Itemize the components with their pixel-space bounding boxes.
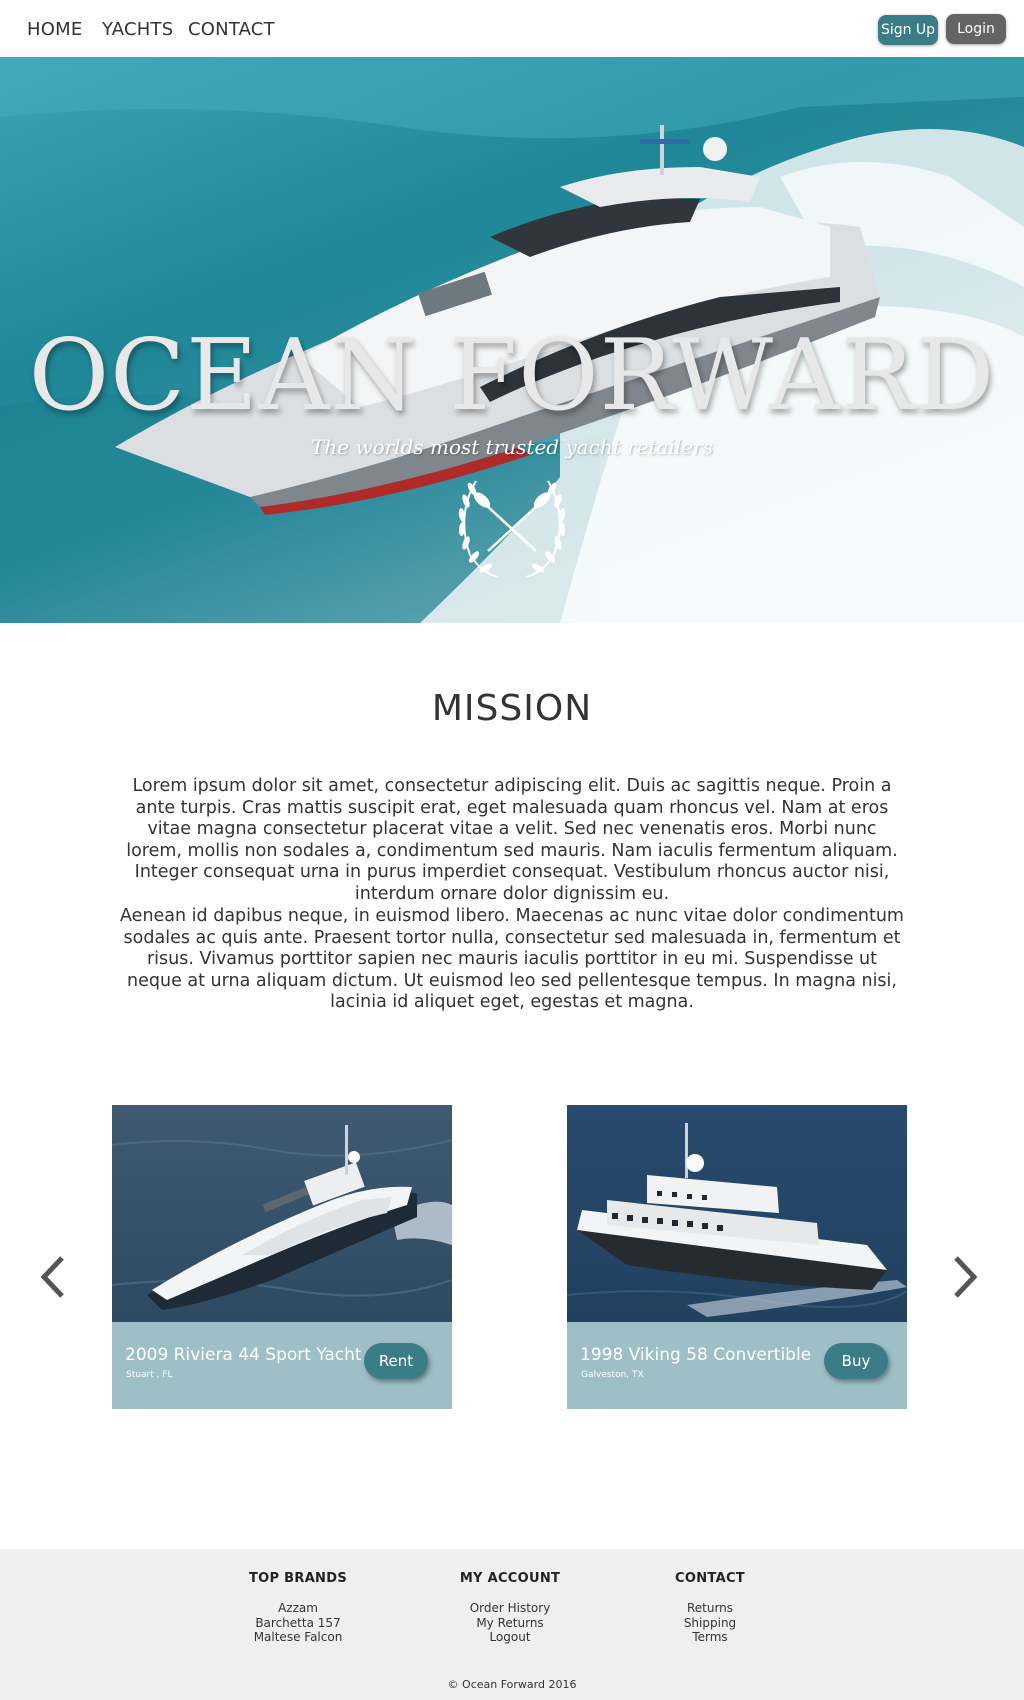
listing-info: 2009 Riviera 44 Sport Yacht Stuart , FL …: [112, 1322, 452, 1409]
mission-paragraph-2: Aenean id dapibus neque, in euismod libe…: [120, 906, 904, 1012]
crossed-oars-laurel-icon: [458, 480, 566, 578]
buy-button[interactable]: Buy: [824, 1343, 888, 1379]
top-nav: HOME YACHTS CONTACT Sign Up Login: [0, 0, 1024, 57]
footer-column-my-account: MY ACCOUNT Order History My Returns Logo…: [440, 1571, 580, 1645]
listing-card[interactable]: 1998 Viking 58 Convertible Galveston, TX…: [567, 1105, 907, 1409]
signup-button[interactable]: Sign Up: [878, 15, 938, 45]
mission-paragraph-1: Lorem ipsum dolor sit amet, consectetur …: [126, 776, 898, 904]
footer-column-top-brands: TOP BRANDS Azzam Barchetta 157 Maltese F…: [228, 1571, 368, 1645]
mission-title: MISSION: [431, 688, 593, 729]
listing-yacht-image: [112, 1105, 452, 1322]
chevron-left-icon[interactable]: [34, 1252, 74, 1302]
listing-location: Stuart , FL: [126, 1370, 173, 1380]
nav-contact-link[interactable]: CONTACT: [188, 19, 275, 40]
login-button[interactable]: Login: [946, 14, 1006, 44]
chevron-right-icon[interactable]: [944, 1252, 984, 1302]
listing-title[interactable]: 1998 Viking 58 Convertible: [580, 1345, 811, 1365]
nav-yachts-link[interactable]: YACHTS: [102, 19, 173, 40]
footer-heading: TOP BRANDS: [249, 1571, 347, 1586]
listing-card[interactable]: 2009 Riviera 44 Sport Yacht Stuart , FL …: [112, 1105, 452, 1409]
footer: TOP BRANDS Azzam Barchetta 157 Maltese F…: [0, 1549, 1024, 1700]
listing-yacht-image: [567, 1105, 907, 1322]
footer-link[interactable]: Maltese Falcon: [228, 1630, 368, 1645]
listing-location: Galveston, TX: [581, 1370, 644, 1380]
footer-link[interactable]: Order History: [440, 1601, 580, 1616]
footer-column-contact: CONTACT Returns Shipping Terms: [640, 1571, 780, 1645]
hero-subtitle: The worlds most trusted yacht retailers: [311, 435, 713, 459]
footer-heading: CONTACT: [675, 1571, 745, 1586]
footer-link[interactable]: Returns: [640, 1601, 780, 1616]
footer-link[interactable]: Terms: [640, 1630, 780, 1645]
footer-link[interactable]: Shipping: [640, 1616, 780, 1631]
hero-title: OCEAN FORWARD: [28, 319, 996, 433]
footer-link[interactable]: Azzam: [228, 1601, 368, 1616]
rent-button[interactable]: Rent: [364, 1343, 428, 1379]
listing-title[interactable]: 2009 Riviera 44 Sport Yacht: [125, 1345, 362, 1365]
copyright-text: © Ocean Forward 2016: [447, 1678, 577, 1691]
footer-link[interactable]: My Returns: [440, 1616, 580, 1631]
footer-link[interactable]: Barchetta 157: [228, 1616, 368, 1631]
nav-home-link[interactable]: HOME: [27, 19, 82, 40]
footer-link[interactable]: Logout: [440, 1630, 580, 1645]
footer-heading: MY ACCOUNT: [459, 1571, 561, 1586]
listing-info: 1998 Viking 58 Convertible Galveston, TX…: [567, 1322, 907, 1409]
hero-banner: OCEAN FORWARD The worlds most trusted ya…: [0, 57, 1024, 623]
